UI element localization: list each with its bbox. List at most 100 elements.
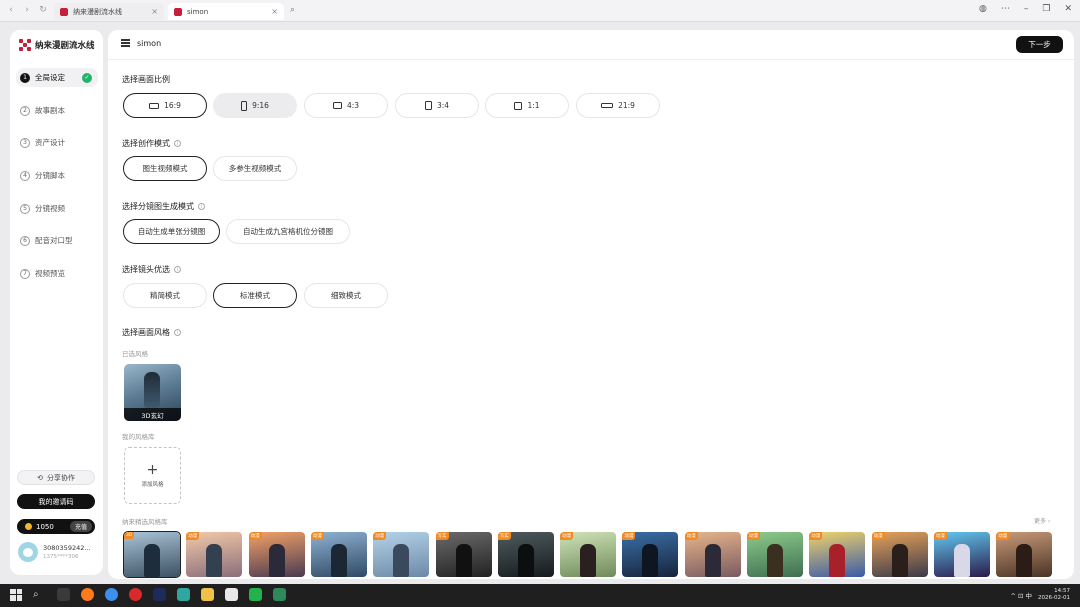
library-more-link[interactable]: 更多 › [1034,516,1050,525]
storyboard-option-grid[interactable]: 自动生成九宫格机位分镜图 [226,219,350,244]
ratio-option-3-4[interactable]: 3:4 [395,93,479,118]
ratio-label: 4:3 [346,101,360,110]
library-label: 纳来精选风格库 [122,518,168,526]
add-style-button[interactable]: + 添加风格 [124,447,181,504]
style-thumbnail[interactable]: 3D [123,531,181,578]
sidebar: 纳来漫剧流水线 1 全局设定 ✓ 2 故事剧本 3 资产设计 4 分镜脚本 5 … [10,30,103,575]
back-icon[interactable]: ‹ [6,5,16,15]
style-thumbnail[interactable]: 动漫 [560,532,617,577]
storyboard-option-single[interactable]: 自动生成单张分镜图 [123,219,220,244]
shot-option-standard[interactable]: 标准模式 [213,283,297,308]
more-icon[interactable]: ⋯ [1001,4,1010,14]
step-number: 3 [20,137,30,148]
shot-option-detailed[interactable]: 细致模式 [304,283,388,308]
info-icon[interactable]: i [198,203,205,210]
style-thumbnail[interactable]: 动漫 [310,532,367,577]
invite-code-button[interactable]: 我的邀请码 [17,494,95,509]
user-profile[interactable]: 3080359242... 1375****306 [18,542,91,562]
tray-icons[interactable]: ^ ⊡ 中 [1011,590,1033,600]
ratio-option-21-9[interactable]: 21:9 [576,93,660,118]
style-thumbnail[interactable]: 动漫 [248,532,305,577]
sidebar-step-5[interactable]: 5 分镜视频 [16,199,98,218]
share-collab-button[interactable]: ⟲ 分享协作 [17,470,95,485]
style-thumbnail[interactable]: 写实 [497,532,554,577]
browser-tab[interactable]: 纳来漫剧流水线 × [54,3,164,20]
mode-option-image[interactable]: 图生视频模式 [123,156,207,181]
storyboard-label: 自动生成单张分镜图 [137,227,206,236]
ratio-option-1-1[interactable]: 1:1 [485,93,569,118]
wechat-icon[interactable] [249,588,262,601]
close-icon[interactable]: ✕ [1064,4,1072,14]
next-step-button[interactable]: 下一步 [1016,36,1063,53]
style-thumbnail[interactable]: 动漫 [933,532,990,577]
style-thumbnail[interactable]: 写实 [435,532,492,577]
restore-icon[interactable]: ❐ [1042,4,1050,14]
close-icon[interactable]: × [271,7,278,16]
ratio-option-16-9[interactable]: 16:9 [123,93,207,118]
browser-nav: ‹ › ↻ [6,5,48,15]
taskbar: ⌕ ^ ⊡ 中 14:57 2026-02-01 [0,584,1080,607]
docs-icon[interactable] [225,588,238,601]
style-thumbnail[interactable]: 动漫 [622,532,679,577]
sidebar-step-6[interactable]: 6 配音对口型 [16,231,98,250]
style-thumbnail[interactable]: 动漫 [996,532,1053,577]
style-thumbnail[interactable]: 动漫 [186,532,243,577]
custom-style-label: 我的风格库 [122,433,155,441]
clock-time: 14:57 [1054,588,1070,594]
photoshop-icon[interactable] [153,588,166,601]
info-icon[interactable]: i [174,140,181,147]
project-name: simon [137,39,162,48]
info-icon[interactable]: i [174,329,181,336]
search-icon[interactable]: ⌕ [33,588,46,601]
style-figure-image [767,544,783,577]
chrome-icon[interactable] [105,588,118,601]
ratio-option-4-3[interactable]: 4:3 [304,93,388,118]
forward-icon[interactable]: › [22,5,32,15]
info-icon[interactable]: i [174,266,181,273]
terminal-icon[interactable] [273,588,286,601]
shot-option-simple[interactable]: 精简模式 [123,283,207,308]
step-label: 视频预览 [35,269,65,278]
ratio-label: 16:9 [164,101,181,110]
mode-label: 多参生视频模式 [228,164,282,173]
browser-tab-active[interactable]: simon × [168,3,284,20]
ratio-title-text: 选择画面比例 [122,75,170,84]
landscape-icon [332,102,342,109]
window-controls: ◍ ⋯ – ❐ ✕ [979,4,1072,14]
style-figure-image [891,544,908,577]
sidebar-step-1[interactable]: 1 全局设定 ✓ [16,68,98,87]
add-style-label: 添加风格 [141,482,164,488]
browser-titlebar: ‹ › ↻ 纳来漫剧流水线 × simon × ⌕ ◍ ⋯ – ❐ ✕ [0,0,1080,22]
start-icon[interactable] [10,588,22,601]
sidebar-step-2[interactable]: 2 故事剧本 [16,101,98,120]
style-figure-image [580,544,597,577]
menu-icon[interactable] [121,39,130,47]
close-icon[interactable]: × [151,7,158,16]
style-badge: 写实 [497,532,511,540]
globe-icon[interactable]: ◍ [979,4,987,14]
ratio-option-9-16[interactable]: 9:16 [213,93,297,118]
recharge-button[interactable]: 充值 [69,521,92,532]
sidebar-step-3[interactable]: 3 资产设计 [16,133,98,152]
style-thumbnail[interactable]: 动漫 [373,532,430,577]
tab-search-icon[interactable]: ⌕ [290,5,295,15]
mode-option-multi[interactable]: 多参生视频模式 [213,156,297,181]
app-red-icon[interactable] [129,588,142,601]
selected-style-card[interactable]: 3D玄幻 [124,364,181,421]
style-thumbnail[interactable]: 动漫 [871,532,928,577]
files-icon[interactable] [201,588,214,601]
style-badge: 动漫 [747,532,760,540]
more-label: 更多 [1034,518,1047,525]
style-thumbnail[interactable]: 动漫 [684,532,741,577]
style-thumbnail[interactable]: 动漫 [809,532,866,577]
invite-code-label: 我的邀请码 [38,497,74,506]
sidebar-step-7[interactable]: 7 视频预览 [16,264,98,283]
firefox-icon[interactable] [81,588,94,601]
taskview-icon[interactable] [57,588,70,601]
coin-icon [25,523,32,530]
minimize-icon[interactable]: – [1024,4,1029,14]
app-teal-icon[interactable] [177,588,190,601]
sidebar-step-4[interactable]: 4 分镜脚本 [16,166,98,185]
reload-icon[interactable]: ↻ [38,5,48,15]
style-thumbnail[interactable]: 动漫 [747,532,803,577]
